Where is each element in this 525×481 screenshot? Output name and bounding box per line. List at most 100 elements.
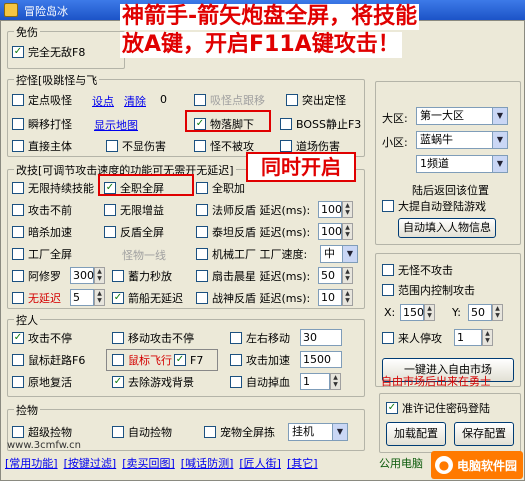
checkbox-inf-skill[interactable]: 无限持续技能	[12, 180, 94, 196]
atk-speed-input[interactable]: 1500	[300, 351, 342, 368]
link-show-map[interactable]: 显示地图	[94, 117, 138, 133]
checkbox-boss-stop[interactable]: BOSS静止F3	[280, 116, 361, 132]
tab-shout[interactable]: [喊话防测]	[181, 455, 234, 471]
label-monster-line: 怪物一线	[122, 249, 166, 262]
market-note: 自由市场后出来在勇士	[381, 375, 491, 388]
mage-shield-input[interactable]: 100	[318, 201, 342, 218]
watermark-site: www.3cmfw.cn	[7, 440, 82, 451]
banner-line-2: 放A键，开启F11A键攻击！	[120, 32, 402, 58]
checkbox-remember-pwd[interactable]: ✓ 准许记住密码登陆	[386, 400, 490, 416]
checkbox-reverse-shield[interactable]: 反盾全屏	[104, 224, 164, 240]
checkbox-auto-login[interactable]: 大提自动登陆游戏	[382, 198, 486, 214]
y-label: Y:	[452, 306, 461, 319]
checkbox-invincible[interactable]: ✓ 完全无敌F8	[12, 44, 85, 60]
auto-drop-input[interactable]: 1	[300, 373, 330, 390]
tab-buy-sell[interactable]: [卖买回图]	[122, 455, 175, 471]
checkbox-fan-morning[interactable]: 扇击晨星 延迟(ms):	[196, 268, 310, 284]
channel-select[interactable]: 1频道 ▼	[416, 155, 508, 173]
subregion-select[interactable]: 蓝蜗牛 ▼	[416, 131, 508, 149]
pet-mode-select[interactable]: 挂机 ▼	[288, 423, 348, 441]
ashura-spin[interactable]: ▲ ▼	[94, 267, 105, 284]
y-spin[interactable]: ▲ ▼	[492, 304, 503, 321]
checkbox-thief-shield[interactable]: 泰坦反盾 延迟(ms):	[196, 224, 310, 240]
subregion-label: 小区:	[382, 136, 408, 149]
banner-line-1: 神箭手-箭矢炮盘全屏，将技能	[120, 4, 420, 30]
x-spin[interactable]: ▲ ▼	[424, 304, 435, 321]
battle-shield-spin[interactable]: ▲ ▼	[342, 289, 353, 306]
x-input[interactable]: 150	[400, 304, 424, 321]
checkbox-inf-buff[interactable]: 无限增益	[104, 202, 164, 218]
checkbox-arrow-no-delay[interactable]: ✓ 箭船无延迟	[112, 290, 183, 306]
suck-count: 0	[160, 93, 167, 106]
ashura-input[interactable]: 300	[70, 267, 94, 284]
no-delay-input[interactable]: 5	[70, 289, 94, 306]
checkbox-dark-accel[interactable]: 暗杀加速	[12, 224, 72, 240]
checkbox-fixed-suck[interactable]: 定点吸怪	[12, 92, 72, 108]
checkbox-flash-hit[interactable]: 瞬移打怪	[12, 116, 72, 132]
thief-shield-input[interactable]: 100	[318, 223, 342, 240]
y-input[interactable]: 50	[468, 304, 492, 321]
checkbox-mouse-run[interactable]: 鼠标赶路F6	[12, 352, 85, 368]
checkbox-ashura[interactable]: 阿修罗	[12, 268, 61, 284]
bottom-tab-bar: [常用功能] [按键过滤] [卖买回图] [喊话防测] [匠人街] [其它]	[5, 455, 365, 471]
load-config-button[interactable]: 加载配置	[386, 422, 446, 446]
tab-craftsman[interactable]: [匠人街]	[239, 455, 281, 471]
mage-shield-spin[interactable]: ▲ ▼	[342, 201, 353, 218]
checkbox-no-stop-attack[interactable]: 无怪不攻击	[382, 262, 453, 278]
checkbox-atk-nonstop[interactable]: ✓ 攻击不停	[12, 330, 72, 346]
region-select[interactable]: 第一大区 ▼	[416, 107, 508, 125]
auto-drop-spin[interactable]: ▲ ▼	[330, 373, 341, 390]
auto-fill-button[interactable]: 自动填入人物信息	[398, 218, 496, 238]
fan-morning-input[interactable]: 50	[318, 267, 342, 284]
checkbox-range-ctrl[interactable]: 范围内控制攻击	[382, 282, 475, 298]
someone-spin[interactable]: ▲ ▼	[482, 329, 493, 346]
checkbox-mouse-fly[interactable]: 鼠标飞行	[112, 352, 172, 368]
save-config-button[interactable]: 保存配置	[454, 422, 514, 446]
checkbox-walk-point[interactable]: 突出定怪	[286, 92, 346, 108]
checkbox-charge-release[interactable]: 蓄力秒放	[112, 268, 172, 284]
tab-key-filter[interactable]: [按键过滤]	[64, 455, 117, 471]
check-icon: ✓	[112, 376, 124, 388]
checkbox-super-pick[interactable]: 超级捡物	[12, 424, 72, 440]
checkbox-someone-stop[interactable]: 来人停攻	[382, 330, 442, 346]
tab-other[interactable]: [其它]	[287, 455, 318, 471]
checkbox-suck-follow[interactable]: 吸怪点跟移	[194, 92, 265, 108]
checkbox-remove-bg[interactable]: ✓ 去除游戏背景	[112, 374, 194, 390]
chevron-down-icon: ▼	[332, 424, 347, 440]
check-icon: ✓	[386, 402, 398, 414]
checkbox-f7[interactable]: ✓ F7	[174, 352, 203, 368]
someone-input[interactable]: 1	[454, 329, 482, 346]
checkbox-auto-pick[interactable]: 自动捡物	[112, 424, 172, 440]
lr-move-input[interactable]: 30	[300, 329, 342, 346]
check-icon: ✓	[174, 354, 186, 366]
checkbox-direct-host[interactable]: 直接主体	[12, 138, 72, 154]
checkbox-atk-speedup[interactable]: 攻击加速	[230, 352, 290, 368]
brand-watermark: ● 电脑软件园	[431, 451, 523, 479]
checkbox-no-injury[interactable]: 不显伤害	[106, 138, 166, 154]
checkbox-pet-full[interactable]: 宠物全屏拣	[204, 424, 275, 440]
chevron-down-icon: ▼	[492, 156, 507, 172]
mech-speed-select[interactable]: 中 ▼	[320, 245, 358, 263]
checkbox-mage-shield[interactable]: 法师反盾 延迟(ms):	[196, 202, 310, 218]
checkbox-no-delay[interactable]: 无延迟	[12, 290, 61, 306]
highlight-full-screen	[98, 174, 194, 196]
checkbox-full-add[interactable]: 全职加	[196, 180, 245, 196]
checkbox-no-hurt[interactable]: 怪不被攻	[194, 138, 254, 154]
group-damage-immune: 免伤 ✓ 完全无敌F8	[7, 24, 125, 69]
thief-shield-spin[interactable]: ▲ ▼	[342, 223, 353, 240]
checkbox-revive[interactable]: 原地复活	[12, 374, 72, 390]
checkbox-mech-factory[interactable]: 机械工厂 工厂速度:	[196, 246, 307, 262]
checkbox-lr-move[interactable]: 左右移动	[230, 330, 290, 346]
checkbox-factory-full[interactable]: 工厂全屏	[12, 246, 72, 262]
fan-morning-spin[interactable]: ▲ ▼	[342, 267, 353, 284]
no-delay-spin[interactable]: ▲ ▼	[94, 289, 105, 306]
battle-shield-input[interactable]: 10	[318, 289, 342, 306]
checkbox-move-atk[interactable]: 移动攻击不停	[112, 330, 194, 346]
checkbox-auto-drop-blood[interactable]: 自动掉血	[230, 374, 290, 390]
link-set-point[interactable]: 设点	[92, 93, 114, 109]
group-label: 控怪[吸跳怪与飞	[14, 72, 100, 88]
link-clear[interactable]: 清除	[124, 93, 146, 109]
checkbox-battle-shield[interactable]: 战神反盾 延迟(ms):	[196, 290, 310, 306]
tab-common[interactable]: [常用功能]	[5, 455, 58, 471]
checkbox-atk-no-front[interactable]: 攻击不前	[12, 202, 72, 218]
